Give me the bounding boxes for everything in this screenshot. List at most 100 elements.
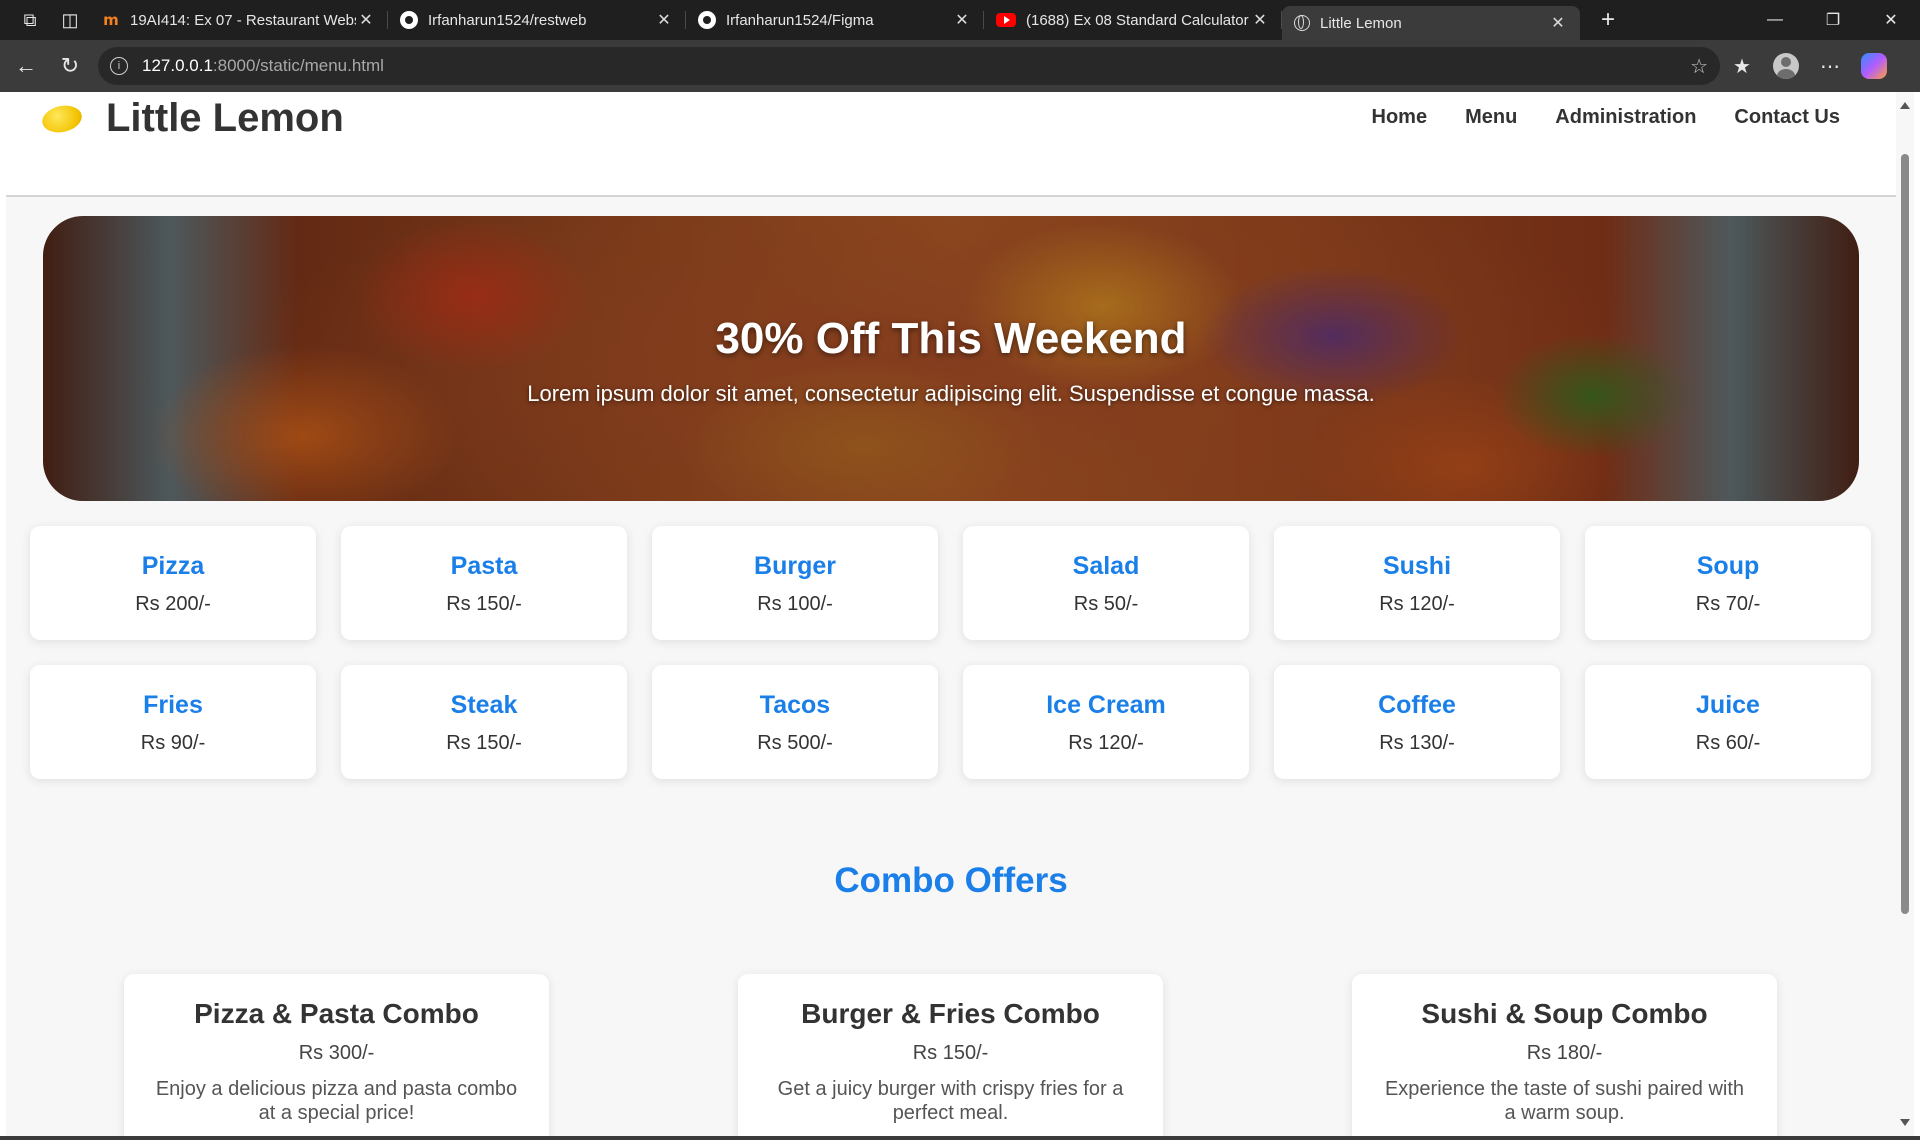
browser-tab-active[interactable]: Little Lemon ✕	[1282, 6, 1580, 40]
menu-item-name: Salad	[1072, 552, 1140, 580]
promo-banner: 30% Off This Weekend Lorem ipsum dolor s…	[43, 216, 1859, 501]
menu-item-price: Rs 70/-	[1695, 593, 1761, 615]
close-tab-icon[interactable]: ✕	[1250, 10, 1270, 30]
scroll-up-icon[interactable]	[1900, 102, 1910, 109]
menu-item-price: Rs 120/-	[1379, 593, 1455, 615]
menu-item-name: Tacos	[759, 691, 831, 719]
nav-link-home[interactable]: Home	[1372, 106, 1428, 129]
menu-item-price: Rs 150/-	[446, 593, 522, 615]
combo-description: Experience the taste of sushi paired wit…	[1384, 1078, 1745, 1124]
menu-card[interactable]: Sushi Rs 120/-	[1274, 526, 1560, 640]
menu-grid: Pizza Rs 200/- Pasta Rs 150/- Burger Rs …	[30, 526, 1874, 779]
address-bar: ← ↻ i 127.0.0.1:8000/static/menu.html ☆ …	[0, 40, 1920, 92]
combo-description: Enjoy a delicious pizza and pasta combo …	[155, 1078, 518, 1124]
reload-icon[interactable]: ↻	[48, 44, 92, 88]
globe-icon	[1294, 15, 1310, 31]
menu-card[interactable]: Pasta Rs 150/-	[341, 526, 627, 640]
browser-tab-bar: ⧉ ◫ m 19AI414: Ex 07 - Restaurant Webs ✕…	[0, 0, 1920, 40]
favorite-star-icon[interactable]: ☆	[1690, 54, 1708, 79]
menu-item-price: Rs 60/-	[1695, 732, 1761, 754]
site-title: Little Lemon	[106, 96, 344, 140]
minimize-icon[interactable]: —	[1746, 0, 1804, 40]
combo-name: Burger & Fries Combo	[801, 998, 1100, 1029]
nav-link-contact[interactable]: Contact Us	[1734, 106, 1840, 129]
site-info-icon[interactable]: i	[110, 57, 128, 75]
window-close-icon[interactable]: ✕	[1862, 0, 1920, 40]
menu-item-name: Sushi	[1382, 552, 1452, 580]
profile-icon[interactable]	[1764, 44, 1808, 88]
more-options-icon[interactable]: ⋯	[1808, 44, 1852, 88]
browser-tab[interactable]: Irfanharun1524/restweb ✕	[388, 0, 686, 40]
menu-item-name: Soup	[1696, 552, 1760, 580]
menu-item-price: Rs 120/-	[1068, 732, 1144, 754]
combo-list: Pizza & Pasta Combo Rs 300/- Enjoy a del…	[124, 974, 1777, 1136]
copilot-icon[interactable]	[1852, 44, 1896, 88]
menu-item-price: Rs 130/-	[1379, 732, 1455, 754]
new-tab-icon[interactable]: +	[1588, 0, 1628, 40]
combo-card[interactable]: Burger & Fries Combo Rs 150/- Get a juic…	[738, 974, 1163, 1136]
moodle-icon: m	[103, 11, 119, 29]
favorites-icon[interactable]: ★	[1720, 44, 1764, 88]
page-scrollbar[interactable]	[1896, 92, 1914, 1136]
url-path: :8000/static/menu.html	[212, 56, 384, 75]
menu-card[interactable]: Tacos Rs 500/-	[652, 665, 938, 779]
menu-card[interactable]: Ice Cream Rs 120/-	[963, 665, 1249, 779]
combo-price: Rs 300/-	[298, 1042, 375, 1064]
browser-tab[interactable]: Irfanharun1524/Figma ✕	[686, 0, 984, 40]
menu-card[interactable]: Burger Rs 100/-	[652, 526, 938, 640]
youtube-icon	[996, 13, 1016, 27]
browser-tab[interactable]: m 19AI414: Ex 07 - Restaurant Webs ✕	[90, 0, 388, 40]
nav-link-menu[interactable]: Menu	[1465, 106, 1517, 129]
tab-title: Irfanharun1524/Figma	[726, 11, 874, 29]
combo-card[interactable]: Pizza & Pasta Combo Rs 300/- Enjoy a del…	[124, 974, 549, 1136]
site-header: Little Lemon Home Menu Administration Co…	[6, 92, 1896, 197]
workspaces-icon[interactable]: ⧉	[10, 0, 50, 40]
menu-card[interactable]: Pizza Rs 200/-	[30, 526, 316, 640]
tab-title: 19AI414: Ex 07 - Restaurant Webs	[130, 11, 356, 29]
menu-item-name: Ice Cream	[1046, 691, 1166, 719]
combo-price: Rs 150/-	[912, 1042, 989, 1064]
nav-link-administration[interactable]: Administration	[1555, 106, 1696, 129]
close-tab-icon[interactable]: ✕	[1548, 13, 1568, 33]
menu-card[interactable]: Salad Rs 50/-	[963, 526, 1249, 640]
page-viewport: Little Lemon Home Menu Administration Co…	[6, 92, 1896, 1136]
tab-title: Little Lemon	[1320, 14, 1402, 32]
window-controls: — ❐ ✕	[1746, 0, 1920, 40]
menu-card[interactable]: Coffee Rs 130/-	[1274, 665, 1560, 779]
combo-card[interactable]: Sushi & Soup Combo Rs 180/- Experience t…	[1352, 974, 1777, 1136]
menu-item-name: Pizza	[141, 552, 205, 580]
combo-description: Get a juicy burger with crispy fries for…	[777, 1078, 1124, 1124]
menu-item-price: Rs 150/-	[446, 732, 522, 754]
menu-item-price: Rs 50/-	[1073, 593, 1139, 615]
menu-card[interactable]: Steak Rs 150/-	[341, 665, 627, 779]
github-icon	[400, 11, 418, 29]
menu-item-name: Pasta	[450, 552, 518, 580]
close-tab-icon[interactable]: ✕	[356, 10, 376, 30]
menu-item-price: Rs 500/-	[757, 732, 833, 754]
back-arrow-icon[interactable]: ←	[4, 44, 48, 88]
browser-tab[interactable]: (1688) Ex 08 Standard Calculator ✕	[984, 0, 1282, 40]
menu-card[interactable]: Soup Rs 70/-	[1585, 526, 1871, 640]
url-field[interactable]: i 127.0.0.1:8000/static/menu.html ☆	[98, 47, 1720, 85]
tab-title: Irfanharun1524/restweb	[428, 11, 587, 29]
menu-item-price: Rs 200/-	[135, 593, 211, 615]
banner-subtitle: Lorem ipsum dolor sit amet, consectetur …	[527, 381, 1375, 406]
vertical-tabs-icon[interactable]: ◫	[50, 0, 90, 40]
menu-card[interactable]: Fries Rs 90/-	[30, 665, 316, 779]
restore-icon[interactable]: ❐	[1804, 0, 1862, 40]
menu-item-name: Coffee	[1378, 691, 1456, 719]
lemon-icon	[39, 101, 85, 136]
banner-title: 30% Off This Weekend	[715, 314, 1187, 363]
github-icon	[698, 11, 716, 29]
combo-offers-heading: Combo Offers	[834, 861, 1068, 901]
main-nav: Home Menu Administration Contact Us	[1334, 106, 1841, 129]
menu-item-name: Steak	[450, 691, 518, 719]
scroll-thumb[interactable]	[1901, 154, 1909, 914]
logo[interactable]: Little Lemon	[39, 96, 344, 141]
close-tab-icon[interactable]: ✕	[654, 10, 674, 30]
scroll-down-icon[interactable]	[1900, 1119, 1910, 1126]
window-bottom-edge	[0, 1136, 1920, 1140]
close-tab-icon[interactable]: ✕	[952, 10, 972, 30]
menu-card[interactable]: Juice Rs 60/-	[1585, 665, 1871, 779]
menu-item-name: Fries	[143, 691, 203, 719]
